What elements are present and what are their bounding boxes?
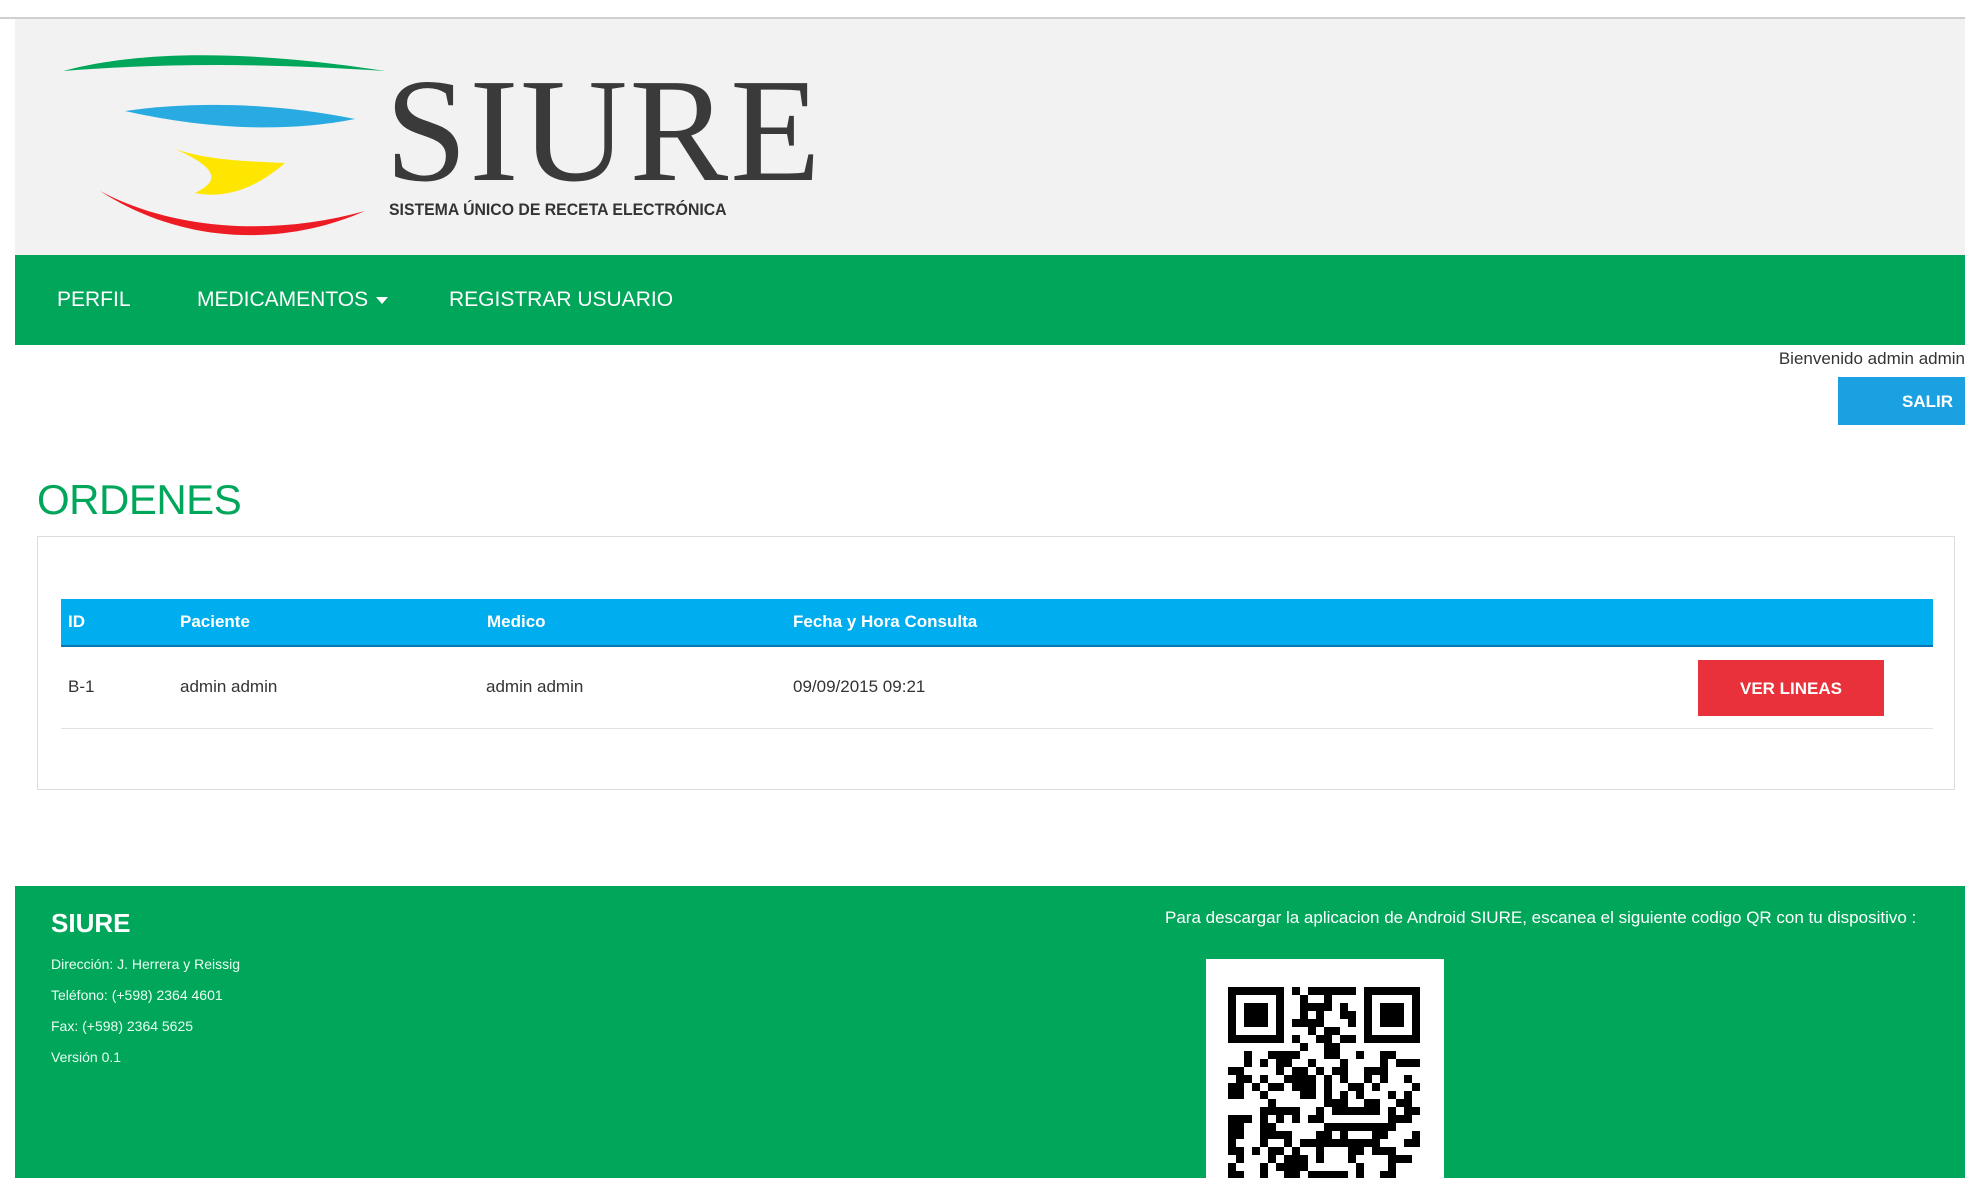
- welcome-text: Bienvenido admin admin: [1778, 349, 1965, 368]
- qr-code-icon: [1206, 959, 1444, 1178]
- table-header: ID Paciente Medico Fecha y Hora Consulta: [61, 599, 1933, 647]
- top-border: [0, 0, 1965, 19]
- column-header-medico: Medico: [487, 612, 546, 631]
- footer-version: Versión 0.1: [51, 1049, 122, 1065]
- table-row: B-1 admin admin admin admin 09/09/2015 0…: [61, 647, 1933, 729]
- logo-subtitle: SISTEMA ÚNICO DE RECETA ELECTRÓNICA: [389, 200, 727, 219]
- cell-paciente: admin admin: [180, 677, 278, 696]
- column-header-paciente: Paciente: [180, 612, 250, 631]
- cell-fecha: 09/09/2015 09:21: [793, 677, 926, 696]
- main-navbar: PERFIL MEDICAMENTOS REGISTRAR USUARIO: [15, 255, 1965, 345]
- site-header: SIURE SISTEMA ÚNICO DE RECETA ELECTRÓNIC…: [15, 19, 1965, 255]
- logo-title: SIURE: [385, 49, 823, 213]
- orders-panel: ID Paciente Medico Fecha y Hora Consulta…: [37, 536, 1955, 790]
- cell-id: B-1: [68, 677, 95, 696]
- logout-button[interactable]: SALIR: [1838, 377, 1965, 425]
- footer-fax: Fax: (+598) 2364 5625: [51, 1018, 194, 1034]
- page-title: ORDENES: [37, 476, 242, 524]
- column-header-id: ID: [68, 612, 85, 631]
- cell-medico: admin admin: [486, 677, 584, 696]
- footer-title: SIURE: [51, 908, 131, 938]
- footer-phone: Teléfono: (+598) 2364 4601: [51, 987, 223, 1003]
- site-footer: SIURE Dirección: J. Herrera y Reissig Te…: [15, 886, 1965, 1178]
- footer-address: Dirección: J. Herrera y Reissig: [51, 956, 241, 972]
- column-header-fecha: Fecha y Hora Consulta: [793, 612, 978, 631]
- caret-down-icon: [376, 296, 389, 304]
- siure-logo-icon: [63, 55, 385, 236]
- nav-medicamentos-label: MEDICAMENTOS: [197, 288, 369, 311]
- nav-registrar-usuario[interactable]: REGISTRAR USUARIO: [449, 255, 673, 345]
- ver-lineas-button[interactable]: VER LINEAS: [1698, 660, 1884, 716]
- nav-medicamentos[interactable]: MEDICAMENTOS: [197, 255, 389, 345]
- qr-instructions: Para descargar la aplicacion de Android …: [1165, 908, 1917, 927]
- nav-perfil[interactable]: PERFIL: [57, 255, 131, 345]
